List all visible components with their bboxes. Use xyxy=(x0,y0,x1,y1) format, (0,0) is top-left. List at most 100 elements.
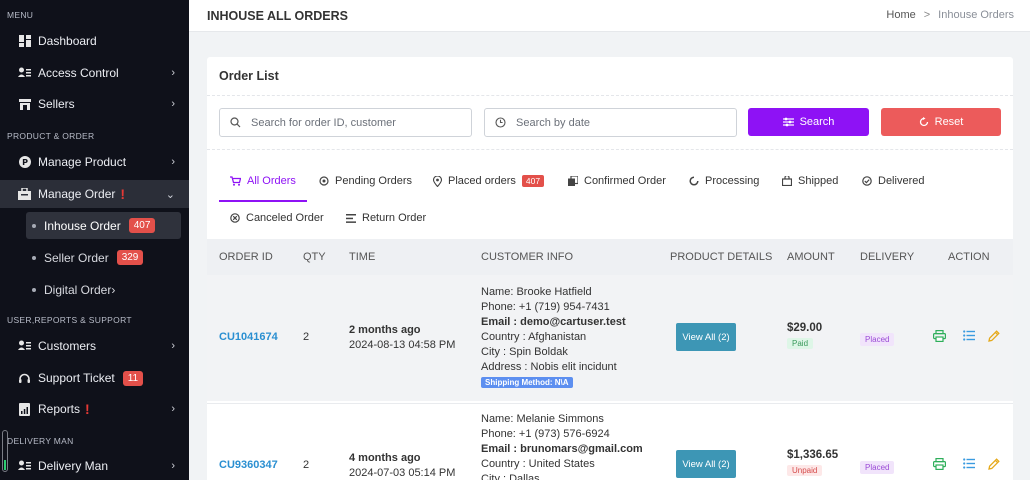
tab-placed-orders[interactable]: Placed orders 407 xyxy=(433,169,545,193)
customer-phone: Phone: +1 (719) 954-7431 xyxy=(481,301,610,313)
search-icon xyxy=(230,117,241,128)
order-id-link[interactable]: CU9360347 xyxy=(219,459,278,471)
tab-label: Placed orders xyxy=(448,175,516,187)
date-input[interactable]: Search by date xyxy=(484,108,737,137)
tab-confirmed-order[interactable]: Confirmed Order xyxy=(568,169,666,193)
product-icon: P xyxy=(18,156,31,169)
amount-cell: $1,336.65 Unpaid xyxy=(787,449,838,476)
tab-pending-orders[interactable]: Pending Orders xyxy=(319,169,412,193)
check-circle-icon xyxy=(862,176,872,186)
search-button[interactable]: Search xyxy=(748,108,869,136)
alert-icon: ! xyxy=(85,401,90,417)
view-all-button[interactable]: View All (2) xyxy=(676,323,736,351)
chevron-down-icon: ⌄ xyxy=(165,188,175,201)
customer-email: Email : demo@cartuser.test xyxy=(481,315,626,330)
customer-info: Name: Brooke Hatfield Phone: +1 (719) 95… xyxy=(481,285,626,388)
section-label-user-reports: USER,REPORTS & SUPPORT xyxy=(7,315,132,325)
sidebar-item-label: Sellers xyxy=(38,97,75,111)
refresh-icon xyxy=(919,117,929,127)
edit-pencil-icon[interactable] xyxy=(988,330,1000,342)
date-placeholder: Search by date xyxy=(516,116,590,129)
customer-info: Name: Melanie Simmons Phone: +1 (973) 57… xyxy=(481,412,643,480)
customer-city: City : Dallas xyxy=(481,473,540,480)
sidebar-subitem-digital-order[interactable]: Digital Order › xyxy=(26,276,181,303)
column-header-action: ACTION xyxy=(948,251,990,263)
customer-email: Email : brunomars@gmail.com xyxy=(481,442,643,457)
chevron-right-icon: › xyxy=(171,340,175,352)
sidebar-item-manage-order[interactable]: Manage Order ! ⌄ xyxy=(0,180,189,208)
sidebar-item-delivery-man[interactable]: Delivery Man › xyxy=(0,452,189,480)
tab-label: Canceled Order xyxy=(246,212,324,224)
print-icon[interactable] xyxy=(933,458,946,470)
time-cell: 4 months ago 2024-07-03 05:14 PM xyxy=(349,451,455,480)
bag-icon xyxy=(782,176,792,186)
breadcrumb: Home > Inhouse Orders xyxy=(886,9,1014,21)
sidebar-item-access-control[interactable]: Access Control › xyxy=(0,59,189,87)
tab-canceled-order[interactable]: Canceled Order xyxy=(230,206,324,230)
count-badge: 407 xyxy=(128,218,156,233)
top-bar: INHOUSE ALL ORDERS Home > Inhouse Orders xyxy=(189,0,1030,32)
sidebar-item-support-ticket[interactable]: Support Ticket 11 xyxy=(0,364,189,392)
reset-button-label: Reset xyxy=(934,116,964,128)
tab-processing[interactable]: Processing xyxy=(689,169,759,193)
sidebar-item-customers[interactable]: Customers › xyxy=(0,332,189,360)
section-label-menu: MENU xyxy=(7,10,34,20)
sidebar-item-label: Digital Order xyxy=(44,282,112,297)
tab-return-order[interactable]: Return Order xyxy=(346,206,426,230)
report-icon xyxy=(18,402,31,416)
sidebar-subitem-inhouse-order[interactable]: Inhouse Order 407 xyxy=(26,212,181,239)
table-row: CU1041674 2 2 months ago 2024-08-13 04:5… xyxy=(207,275,1013,401)
tab-shipped[interactable]: Shipped xyxy=(782,169,838,193)
table-header: ORDER ID QTY TIME CUSTOMER INFO PRODUCT … xyxy=(207,239,1013,275)
order-list-card: Order List Search for order ID, customer… xyxy=(207,57,1013,480)
column-header-time: TIME xyxy=(349,251,376,263)
tab-label: Return Order xyxy=(362,212,427,224)
tab-delivered[interactable]: Delivered xyxy=(862,169,924,193)
bullet-icon xyxy=(32,255,36,260)
customer-country: Country : United States xyxy=(481,458,595,470)
sidebar-item-dashboard[interactable]: Dashboard xyxy=(0,27,189,55)
chevron-right-icon: › xyxy=(171,67,175,79)
search-placeholder: Search for order ID, customer xyxy=(251,116,396,129)
sidebar: MENU Dashboard Access Control › Sellers … xyxy=(0,0,189,480)
edit-pencil-icon[interactable] xyxy=(988,458,1000,470)
sidebar-scrollbar[interactable] xyxy=(2,430,8,472)
payment-status-badge: Unpaid xyxy=(787,465,823,476)
search-input[interactable]: Search for order ID, customer xyxy=(219,108,472,137)
column-header-customer-info: CUSTOMER INFO xyxy=(481,251,574,263)
sidebar-item-sellers[interactable]: Sellers › xyxy=(0,90,189,118)
shipping-method-badge: Shipping Method: N\A xyxy=(481,377,573,388)
sidebar-item-manage-product[interactable]: P Manage Product › xyxy=(0,148,189,176)
customer-email-text: Email : brunomars@gmail.com xyxy=(481,443,643,455)
print-icon[interactable] xyxy=(933,330,946,342)
list-details-icon[interactable] xyxy=(963,330,975,341)
order-icon xyxy=(18,188,31,201)
location-pin-icon xyxy=(433,175,442,187)
order-id-link[interactable]: CU1041674 xyxy=(219,331,278,343)
reset-button[interactable]: Reset xyxy=(881,108,1001,136)
customer-email-text: Email : demo@cartuser.test xyxy=(481,316,626,328)
delivery-cell: Placed xyxy=(860,457,895,474)
view-all-button[interactable]: View All (2) xyxy=(676,450,736,478)
list-details-icon[interactable] xyxy=(963,458,975,469)
sidebar-subitem-seller-order[interactable]: Seller Order 329 xyxy=(26,244,181,271)
time-cell: 2 months ago 2024-08-13 04:58 PM xyxy=(349,323,455,353)
breadcrumb-separator: > xyxy=(923,9,931,21)
chevron-right-icon: › xyxy=(171,156,175,168)
bullet-icon xyxy=(32,287,36,292)
customer-name: Name: Melanie Simmons xyxy=(481,413,604,425)
clock-icon xyxy=(495,117,506,128)
count-badge: 11 xyxy=(122,370,144,386)
page-title: INHOUSE ALL ORDERS xyxy=(207,9,348,23)
breadcrumb-current: Inhouse Orders xyxy=(938,9,1014,21)
loader-icon xyxy=(689,176,699,186)
user-list-icon xyxy=(18,340,31,353)
sidebar-item-reports[interactable]: Reports ! › xyxy=(0,395,189,423)
breadcrumb-home[interactable]: Home xyxy=(886,9,915,21)
svg-text:P: P xyxy=(22,158,28,167)
tab-all-orders[interactable]: All Orders xyxy=(230,169,296,193)
sidebar-item-label: Support Ticket xyxy=(38,371,115,385)
list-icon xyxy=(346,213,356,223)
copy-icon xyxy=(568,176,578,186)
close-circle-icon xyxy=(230,213,240,223)
